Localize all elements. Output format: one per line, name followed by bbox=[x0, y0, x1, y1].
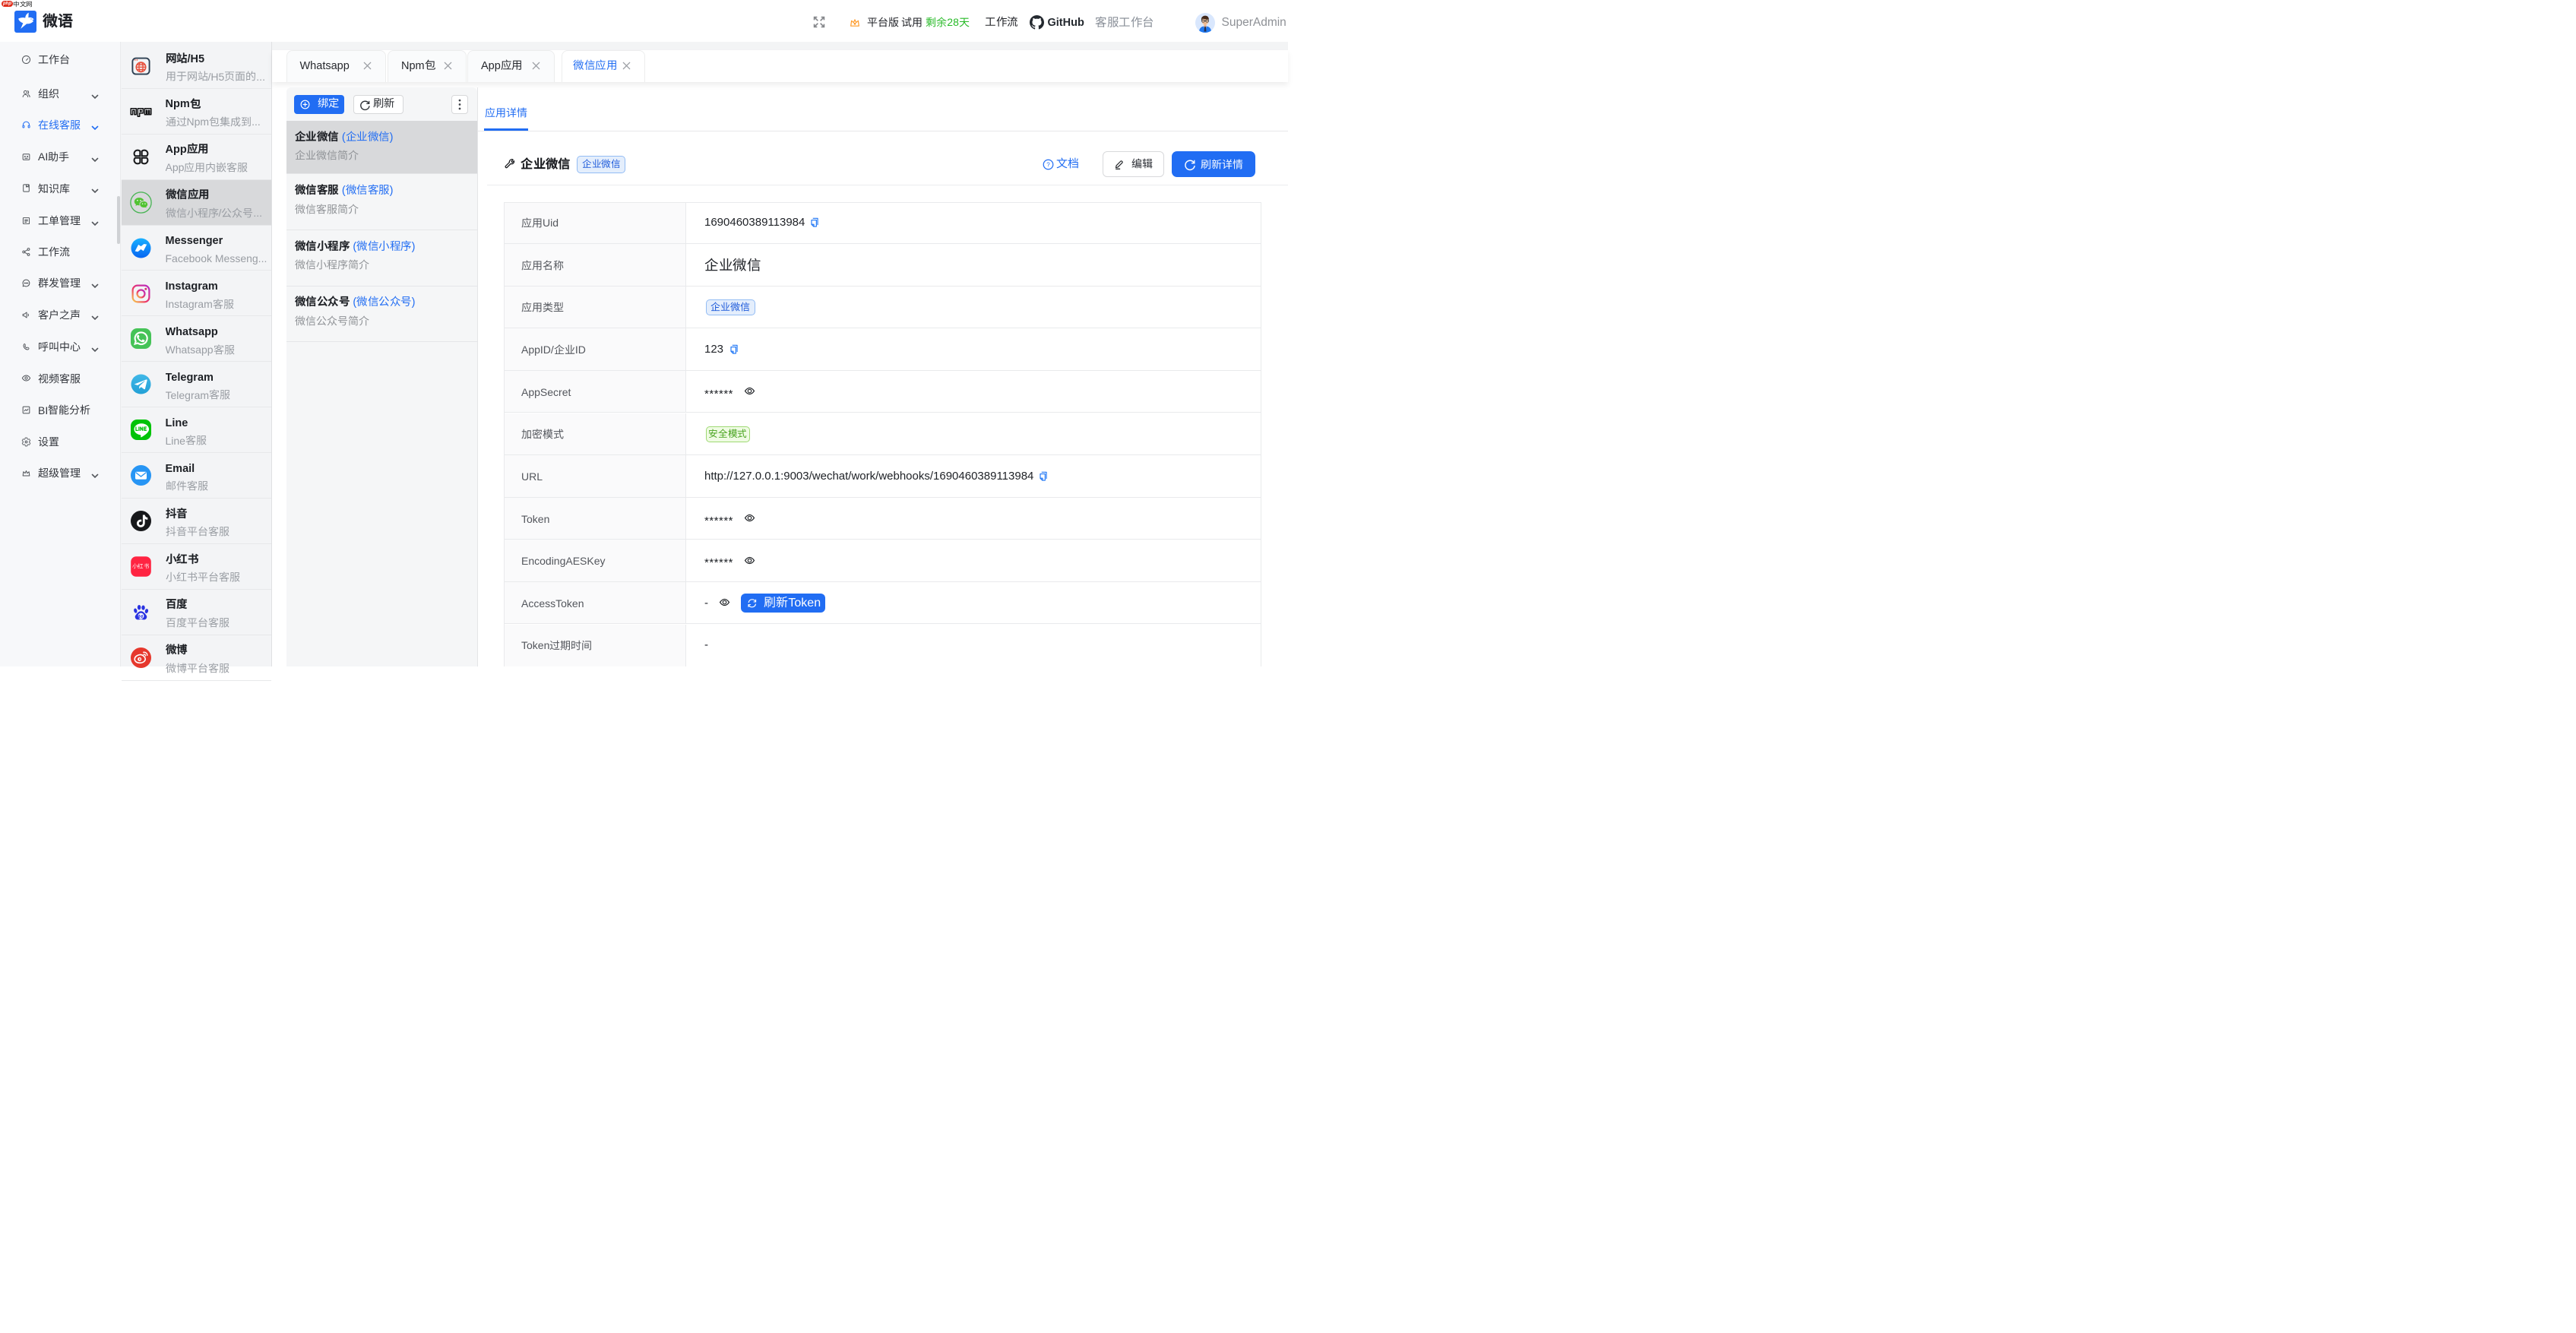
svg-text:?: ? bbox=[1046, 161, 1050, 168]
